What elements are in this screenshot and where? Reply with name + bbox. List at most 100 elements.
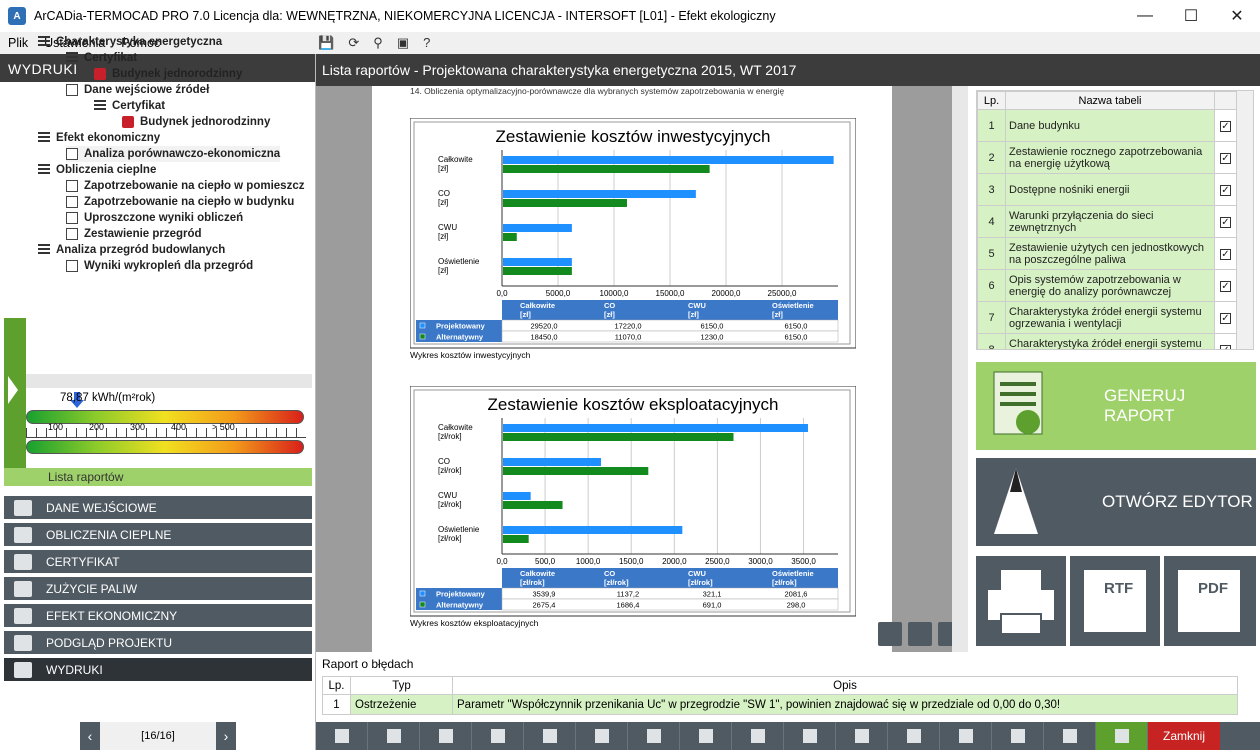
checkbox-icon[interactable]: ✓	[1220, 152, 1231, 164]
tree-item[interactable]: Analiza porównawczo-ekonomiczna	[66, 146, 281, 162]
checkbox-icon[interactable]: ✓	[1220, 184, 1231, 196]
row-checkbox[interactable]: ✓	[1214, 333, 1237, 349]
bottom-tool-button[interactable]	[992, 722, 1044, 750]
bottom-tool-button[interactable]	[420, 722, 472, 750]
row-checkbox[interactable]: ✓	[1214, 109, 1237, 142]
bottom-tool-button[interactable]	[680, 722, 732, 750]
generate-report-button[interactable]: GENERUJ RAPORT	[976, 362, 1256, 450]
table-row[interactable]: 4 Warunki przyłączenia do sieci zewnętrzn…	[977, 205, 1237, 238]
checkbox-icon[interactable]: ✓	[1220, 248, 1231, 260]
error-row[interactable]: 1 Ostrzeżenie Parametr "Współczynnik prz…	[322, 694, 1238, 715]
bottom-tool-button[interactable]	[316, 722, 368, 750]
checkbox-icon[interactable]: ✓	[1220, 216, 1231, 228]
close-button[interactable]: Zamknij	[1148, 722, 1220, 750]
tree-item[interactable]: Certyfikat	[66, 50, 137, 66]
open-editor-button[interactable]: OTWÓRZ EDYTOR	[976, 458, 1256, 546]
bottom-tool-button[interactable]	[732, 722, 784, 750]
tree-item[interactable]: Charakterystyka energetyczna	[38, 34, 222, 50]
checkbox-icon[interactable]: ✓	[1220, 312, 1231, 324]
minimize-button[interactable]: —	[1122, 0, 1168, 32]
lista-raportow-tab[interactable]: Lista raportów	[4, 468, 312, 486]
certificate-icon	[122, 116, 134, 128]
bottom-tool-button[interactable]	[836, 722, 888, 750]
title-bar: A ArCADia-TERMOCAD PRO 7.0 Licencja dla:…	[0, 0, 1260, 32]
tool-icon	[334, 729, 349, 743]
tree-item-label: Obliczenia cieplne	[56, 164, 157, 176]
tool-icon	[1010, 729, 1025, 743]
tree-item[interactable]: Zapotrzebowanie na ciepło w pomieszcz	[66, 178, 304, 194]
tree-item[interactable]: Obliczenia cieplne	[38, 162, 156, 178]
table-row[interactable]: 7 Charakterystyka źródeł energii systemu …	[977, 301, 1237, 334]
tree-item[interactable]: Efekt ekonomiczny	[38, 130, 160, 146]
category-unit: [zł]	[438, 266, 448, 275]
row-name: Dostępne nośniki energii	[1005, 173, 1215, 206]
tree-item[interactable]: Dane wejściowe źródeł	[66, 82, 209, 98]
tick-label: 500,0	[535, 557, 556, 566]
nav-zużycie-paliw[interactable]: ZUŻYCIE PALIW	[4, 577, 312, 602]
collapse-arrow-strip[interactable]	[4, 318, 26, 468]
row-checkbox[interactable]: ✓	[1214, 237, 1237, 270]
help-icon[interactable]: ?	[423, 35, 430, 51]
nav-dane-wejściowe[interactable]: DANE WEJŚCIOWE	[4, 496, 312, 521]
table-row[interactable]: 2 Zestawienie rocznego zapotrzebowania na…	[977, 141, 1237, 174]
bottom-tool-button[interactable]	[472, 722, 524, 750]
next-page-button[interactable]: ›	[215, 722, 236, 750]
tree-item[interactable]: Certyfikat	[94, 98, 165, 114]
bar-alternatywny	[503, 433, 734, 441]
category-label: Oświetlenie	[438, 257, 480, 266]
table-scrollbar[interactable]	[1237, 91, 1253, 349]
export-rtf-button[interactable]: RTF	[1070, 556, 1160, 646]
row-checkbox[interactable]: ✓	[1214, 141, 1237, 174]
tree-item[interactable]: Uproszczone wyniki obliczeń	[66, 210, 243, 226]
bottom-tool-button[interactable]	[1044, 722, 1096, 750]
table-row[interactable]: 3 Dostępne nośniki energii ✓	[977, 173, 1237, 206]
preview-vertical-scrollbar[interactable]	[952, 86, 968, 652]
checkbox-icon[interactable]: ✓	[1220, 280, 1231, 292]
print-button[interactable]	[976, 556, 1066, 646]
row-checkbox[interactable]: ✓	[1214, 269, 1237, 302]
calculator-icon	[38, 164, 50, 176]
bottom-tool-button[interactable]	[784, 722, 836, 750]
tree-item[interactable]: Budynek jednorodzinny	[122, 114, 270, 130]
tree-horizontal-scrollbar[interactable]	[4, 374, 312, 388]
table-row[interactable]: 5 Zestawienie użytych cen jednostkowych n…	[977, 237, 1237, 270]
nav-certyfikat[interactable]: CERTYFIKAT	[4, 550, 312, 575]
nav-obliczenia-cieplne[interactable]: OBLICZENIA CIEPLNE	[4, 523, 312, 548]
package-icon[interactable]: ▣	[397, 35, 409, 51]
checkbox-icon[interactable]: ✓	[1220, 344, 1231, 349]
table-row[interactable]: 6 Opis systemów zapotrzebowania w energię…	[977, 269, 1237, 302]
report-preview[interactable]: 14. Obliczenia optymalizacyjno-porównawc…	[316, 86, 968, 652]
nav-podgląd-projektu[interactable]: PODGLĄD PROJEKTU	[4, 631, 312, 656]
tree-item[interactable]: Budynek jednorodzinny	[94, 66, 242, 82]
find-icon[interactable]: ⚲	[373, 35, 383, 51]
row-checkbox[interactable]: ✓	[1214, 301, 1237, 334]
tree-item[interactable]: Zestawienie przegród	[66, 226, 202, 242]
tree-item[interactable]: Zapotrzebowanie na ciepło w budynku	[66, 194, 294, 210]
row-checkbox[interactable]: ✓	[1214, 173, 1237, 206]
add-page-icon[interactable]	[878, 622, 902, 646]
print-bottom-button[interactable]	[1096, 722, 1148, 750]
row-checkbox[interactable]: ✓	[1214, 205, 1237, 238]
nav-wydruki[interactable]: WYDRUKI	[4, 658, 312, 683]
bottom-tool-button[interactable]	[628, 722, 680, 750]
prev-page-button[interactable]: ‹	[80, 722, 100, 750]
table-row[interactable]: 8 Charakterystyka źródeł energii systemu …	[977, 333, 1237, 349]
nav-icon	[14, 580, 32, 597]
export-pdf-button[interactable]: PDF	[1164, 556, 1256, 646]
tick-label: 5000,0	[546, 289, 571, 298]
bottom-tool-button[interactable]	[888, 722, 940, 750]
save-icon[interactable]: 💾	[318, 35, 334, 51]
refresh-icon[interactable]: ⟳	[348, 35, 359, 51]
table-row[interactable]: 1 Dane budynku ✓	[977, 109, 1237, 142]
close-window-button[interactable]: ✕	[1214, 0, 1260, 32]
bottom-tool-button[interactable]	[576, 722, 628, 750]
page-icon[interactable]	[908, 622, 932, 646]
tree-item[interactable]: Analiza przegród budowlanych	[38, 242, 225, 258]
checkbox-icon[interactable]: ✓	[1220, 120, 1231, 132]
tree-item[interactable]: Wyniki wykropleń dla przegród	[66, 258, 253, 274]
maximize-button[interactable]: ☐	[1168, 0, 1214, 32]
bottom-tool-button[interactable]	[368, 722, 420, 750]
bottom-tool-button[interactable]	[524, 722, 576, 750]
nav-efekt-ekonomiczny[interactable]: EFEKT EKONOMICZNY	[4, 604, 312, 629]
bottom-tool-button[interactable]	[940, 722, 992, 750]
